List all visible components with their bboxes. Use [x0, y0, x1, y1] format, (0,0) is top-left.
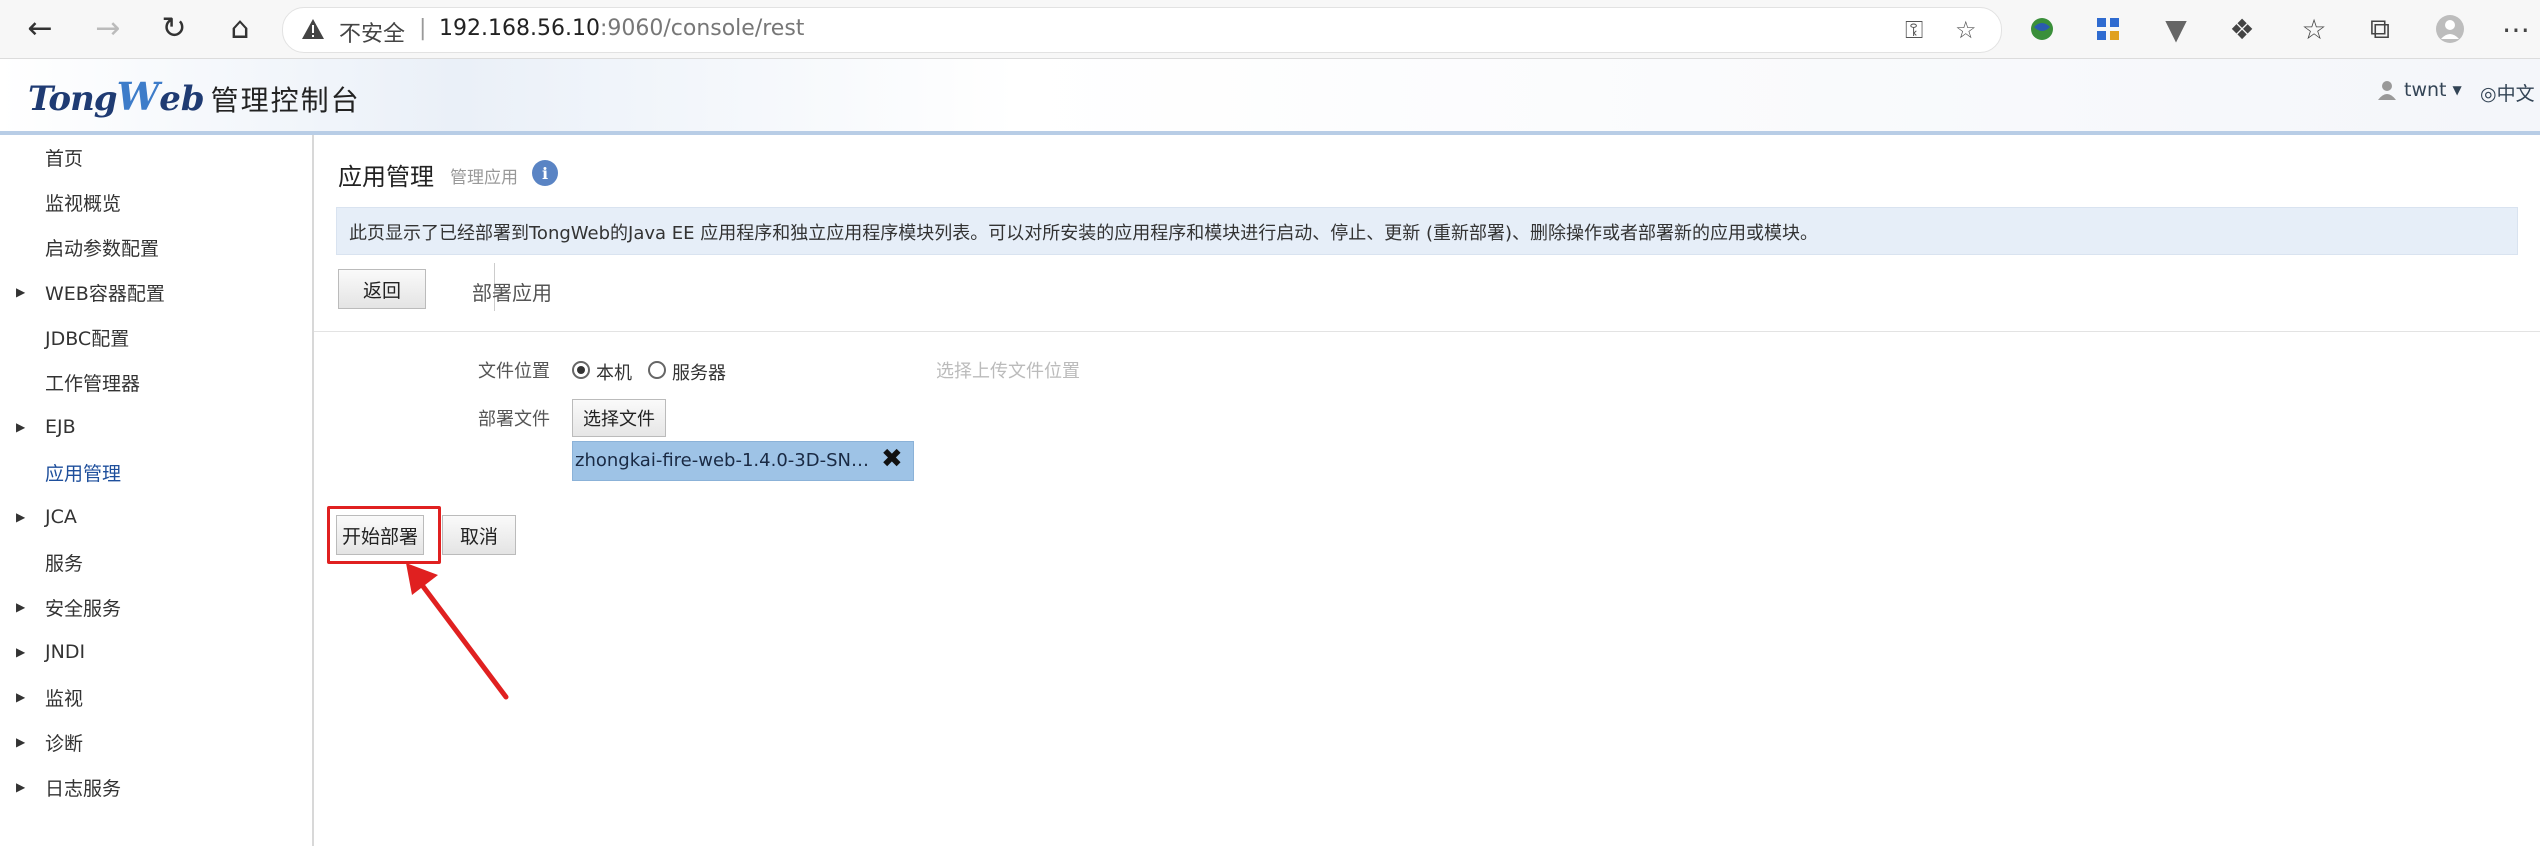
forward-arrow-icon[interactable]: →: [88, 9, 128, 49]
description-text: 此页显示了已经部署到TongWeb的Java EE 应用程序和独立应用程序模块列…: [349, 223, 1818, 244]
expand-arrow-icon[interactable]: ▶: [16, 780, 25, 794]
chevron-down-icon: ▼: [2452, 83, 2462, 97]
section-divider: [314, 331, 2540, 332]
url-text[interactable]: 192.168.56.10:9060/console/rest: [439, 16, 804, 41]
sidebar-item[interactable]: ▶ EJB: [0, 407, 312, 447]
logo-subtitle: 管理控制台: [210, 84, 361, 117]
radio-local[interactable]: [572, 361, 590, 379]
close-icon[interactable]: ✖: [881, 446, 903, 472]
sidebar-item-label: 日志服务: [45, 777, 122, 800]
address-bar[interactable]: 不安全 | 192.168.56.10:9060/console/rest ⚿ …: [282, 7, 2002, 53]
sidebar-item-label: EJB: [45, 416, 76, 438]
sidebar-item-label: JCA: [45, 506, 77, 528]
selected-file-chip: zhongkai-fire-web-1.4.0-3D-SNAPSHOT.war …: [572, 441, 914, 481]
back-arrow-icon[interactable]: ←: [20, 9, 60, 49]
browser-toolbar: ← → ↻ ⌂ 不安全 | 192.168.56.10:9060/console…: [0, 0, 2540, 59]
sidebar-item-label: 诊断: [45, 732, 84, 755]
cancel-button[interactable]: 取消: [442, 515, 516, 555]
expand-arrow-icon[interactable]: ▶: [16, 690, 25, 704]
sidebar-item[interactable]: 启动参数配置: [0, 227, 312, 267]
user-icon: [2378, 81, 2396, 100]
sidebar: 首页监视概览启动参数配置 ▶ WEB容器配置 JDBC配置 工作管理器 ▶ EJB 应用管理 ▶…: [0, 135, 314, 846]
reload-icon[interactable]: ↻: [154, 9, 194, 49]
user-name: twnt: [2404, 79, 2447, 101]
tongweb-logo: Tong Web 管理控制台: [28, 74, 361, 119]
choose-file-button[interactable]: 选择文件: [572, 399, 666, 437]
sidebar-item[interactable]: 监视概览: [0, 182, 312, 222]
extension-globe-icon[interactable]: [2024, 12, 2060, 46]
sidebar-item-label: WEB容器配置: [45, 282, 165, 305]
back-button[interactable]: 返回: [338, 269, 426, 309]
profile-icon[interactable]: [2432, 12, 2468, 46]
expand-arrow-icon[interactable]: ▶: [16, 645, 25, 659]
key-icon[interactable]: ⚿: [1905, 16, 1923, 44]
expand-arrow-icon[interactable]: ▶: [16, 600, 25, 614]
app-header: Tong Web 管理控制台 twnt ▼ ◎中文: [0, 59, 2540, 135]
extension-v-icon[interactable]: ▼: [2158, 12, 2194, 46]
page-subtitle: 管理应用: [450, 168, 518, 188]
annotation-arrow: [406, 563, 509, 700]
sidebar-item-label: 应用管理: [45, 462, 122, 485]
sidebar-item-label: 启动参数配置: [45, 237, 160, 260]
favorite-add-icon[interactable]: ☆: [1955, 16, 1977, 44]
description-box: 此页显示了已经部署到TongWeb的Java EE 应用程序和独立应用程序模块列…: [336, 207, 2518, 255]
sidebar-item[interactable]: ▶ JCA: [0, 497, 312, 537]
radio-local-label[interactable]: 本机: [596, 359, 632, 385]
expand-arrow-icon[interactable]: ▶: [16, 510, 25, 524]
logo-text-w: W: [116, 74, 160, 119]
section-title: 部署应用: [472, 281, 552, 305]
extensions-icon[interactable]: ❖: [2224, 12, 2260, 46]
warning-icon[interactable]: [301, 18, 325, 40]
radio-server-label[interactable]: 服务器: [672, 359, 726, 385]
sidebar-item[interactable]: ▶ JNDI: [0, 632, 312, 672]
address-separator: |: [419, 16, 427, 41]
logo-text-tong: Tong: [28, 79, 118, 119]
globe-icon: ◎: [2480, 83, 2497, 105]
sidebar-item[interactable]: ▶ 监视: [0, 677, 312, 717]
url-host: 192.168.56.10: [439, 16, 600, 41]
sidebar-item[interactable]: ▶ WEB容器配置: [0, 272, 312, 312]
sidebar-item-label: 首页: [45, 147, 84, 170]
sidebar-item[interactable]: JDBC配置: [0, 317, 312, 357]
sidebar-item[interactable]: ▶ 日志服务: [0, 767, 312, 807]
sidebar-item-label: JDBC配置: [45, 327, 130, 350]
language-label: 中文: [2496, 83, 2535, 105]
sidebar-item[interactable]: 首页: [0, 137, 312, 177]
more-icon[interactable]: ⋯: [2498, 12, 2534, 46]
info-icon[interactable]: i: [532, 160, 558, 186]
extension-apps-icon[interactable]: [2090, 12, 2126, 46]
file-location-label: 文件位置: [478, 361, 550, 382]
url-path: :9060/console/rest: [599, 16, 805, 41]
user-menu[interactable]: twnt ▼: [2376, 79, 2462, 101]
sidebar-item-label: 服务: [45, 552, 84, 575]
expand-arrow-icon[interactable]: ▶: [16, 285, 25, 299]
expand-arrow-icon[interactable]: ▶: [16, 735, 25, 749]
collections-icon[interactable]: ⧉: [2362, 12, 2398, 46]
deploy-file-label: 部署文件: [478, 409, 550, 430]
sidebar-item[interactable]: 服务: [0, 542, 312, 582]
expand-arrow-icon[interactable]: ▶: [16, 420, 25, 434]
page-title: 应用管理: [338, 163, 434, 191]
sidebar-item[interactable]: ▶ 诊断: [0, 722, 312, 762]
sidebar-item-label: 监视概览: [45, 192, 122, 215]
sidebar-item[interactable]: ▶ 安全服务: [0, 587, 312, 627]
sidebar-item[interactable]: 应用管理: [0, 452, 312, 492]
favorites-icon[interactable]: ☆: [2296, 12, 2332, 46]
selected-file-name: zhongkai-fire-web-1.4.0-3D-SNAPSHOT.war: [575, 450, 875, 471]
sidebar-item-label: 工作管理器: [45, 372, 141, 395]
sidebar-item[interactable]: 工作管理器: [0, 362, 312, 402]
main-content: 应用管理 管理应用 i 此页显示了已经部署到TongWeb的Java EE 应用…: [314, 135, 2540, 846]
radio-server[interactable]: [648, 361, 666, 379]
sidebar-item-label: JNDI: [45, 641, 86, 663]
security-status-label[interactable]: 不安全: [339, 16, 405, 48]
logo-text-eb: eb: [159, 79, 205, 119]
sidebar-item-label: 监视: [45, 687, 84, 710]
upload-hint: 选择上传文件位置: [936, 361, 1080, 382]
sidebar-item-label: 安全服务: [45, 597, 122, 620]
language-switch[interactable]: ◎中文: [2480, 79, 2535, 106]
home-icon[interactable]: ⌂: [220, 9, 260, 49]
